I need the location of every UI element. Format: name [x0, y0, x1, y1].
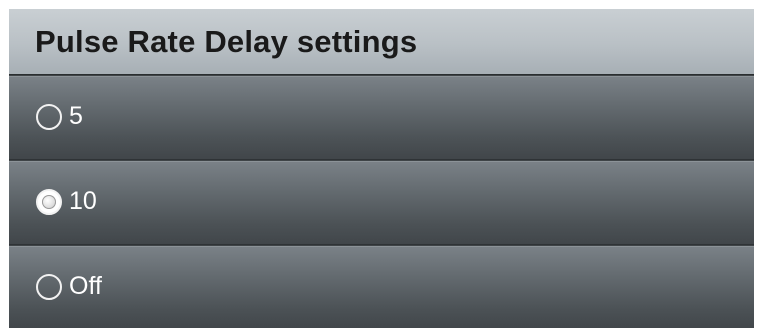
radio-button-selected-icon[interactable]: [36, 189, 62, 215]
option-label: 10: [69, 187, 97, 215]
page-title: Pulse Rate Delay settings: [35, 24, 418, 59]
option-10[interactable]: 10: [9, 161, 754, 245]
radio-button-unselected-icon[interactable]: [36, 274, 62, 300]
settings-panel: Pulse Rate Delay settings 5 10 Off: [9, 9, 754, 328]
option-label: 5: [69, 102, 83, 130]
settings-header: Pulse Rate Delay settings: [9, 9, 754, 75]
option-label: Off: [69, 272, 102, 300]
radio-button-unselected-icon[interactable]: [36, 104, 62, 130]
option-5[interactable]: 5: [9, 76, 754, 160]
option-off[interactable]: Off: [9, 246, 754, 328]
